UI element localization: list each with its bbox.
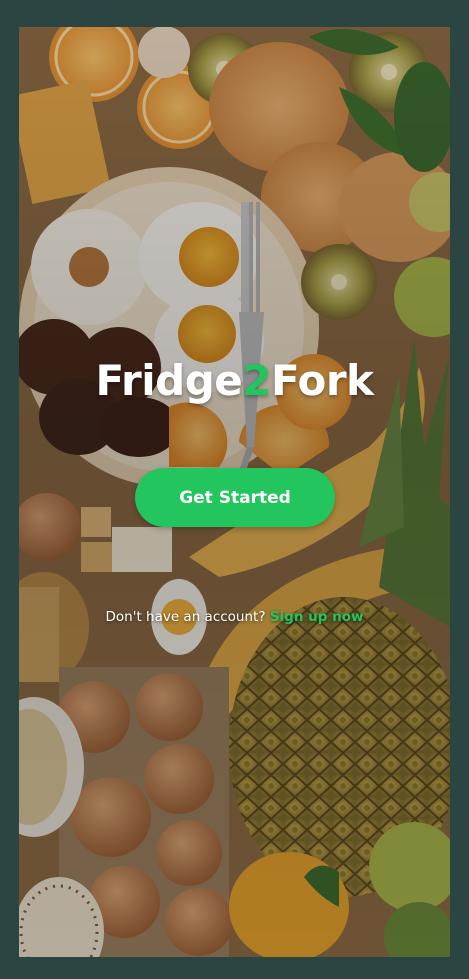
app-screen: Fridge2Fork Get Started Don't have an ac… bbox=[19, 27, 450, 957]
logo-word-fridge: Fridge bbox=[95, 356, 243, 405]
get-started-button[interactable]: Get Started bbox=[135, 468, 335, 527]
welcome-content: Fridge2Fork Get Started Don't have an ac… bbox=[19, 27, 450, 957]
logo-number-accent: 2 bbox=[242, 356, 271, 405]
app-logo-wordmark: Fridge2Fork bbox=[19, 353, 450, 409]
sign-up-link[interactable]: Sign up now bbox=[270, 609, 364, 625]
signup-prompt-row: Don't have an account? Sign up now bbox=[19, 609, 450, 625]
signup-prompt-text: Don't have an account? bbox=[105, 609, 266, 625]
logo-word-fork: Fork bbox=[270, 356, 374, 405]
